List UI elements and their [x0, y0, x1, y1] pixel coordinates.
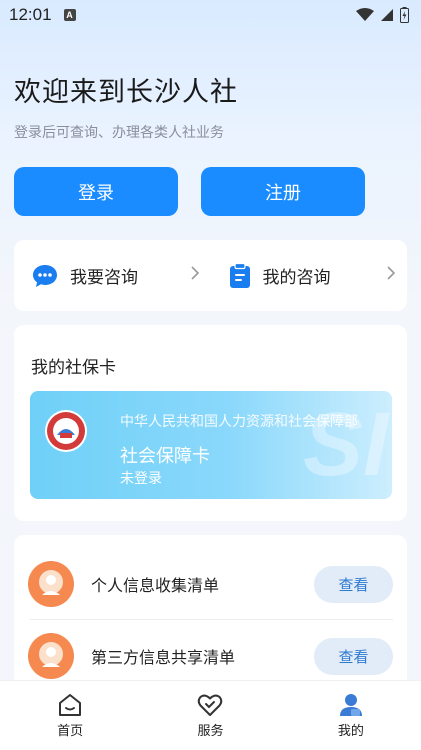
signal-icon	[381, 9, 393, 21]
social-security-card[interactable]: SI 中华人民共和国人力资源和社会保障部 社会保障卡 未登录	[30, 391, 392, 499]
social-card-title: 我的社保卡	[31, 358, 116, 378]
nav-services-label: 服务	[197, 724, 224, 739]
social-card-section: 我的社保卡 SI 中华人民共和国人力资源和社会保障部 社会保障卡 未登录	[14, 325, 407, 521]
register-button[interactable]: 注册	[201, 167, 365, 216]
login-button[interactable]: 登录	[14, 167, 178, 216]
user-icon	[339, 694, 362, 716]
list-item: 个人信息收集清单 查看	[14, 549, 407, 619]
heart-check-icon	[198, 694, 223, 716]
my-consult-label: 我的咨询	[262, 268, 331, 288]
chat-bubble-icon	[33, 264, 57, 287]
card-name: 社会保障卡	[120, 446, 210, 467]
wifi-icon	[356, 8, 374, 21]
card-status: 未登录	[120, 471, 162, 487]
ask-consult-label: 我要咨询	[70, 268, 138, 288]
info-list-card: 个人信息收集清单 查看 第三方信息共享清单 查看	[14, 535, 407, 695]
battery-icon	[400, 7, 409, 23]
status-time: 12:01	[9, 5, 52, 24]
my-consult-entry[interactable]: 我的咨询	[211, 240, 408, 311]
status-icons	[356, 7, 409, 23]
clipboard-icon	[229, 262, 250, 288]
view-button[interactable]: 查看	[314, 637, 393, 675]
notification-badge: A	[63, 9, 76, 21]
nav-mine-label: 我的	[337, 724, 364, 739]
nav-mine[interactable]: 我的	[281, 681, 421, 750]
chevron-right-icon	[387, 266, 395, 280]
list-item-label: 第三方信息共享清单	[91, 648, 236, 667]
nav-home-label: 首页	[57, 724, 84, 739]
social-security-emblem-icon	[45, 410, 87, 452]
consult-card: 我要咨询 我的咨询	[14, 240, 407, 311]
card-issuer: 中华人民共和国人力资源和社会保障部	[120, 414, 358, 430]
page-subtitle: 登录后可查询、办理各类人社业务	[14, 125, 224, 141]
nav-services[interactable]: 服务	[140, 681, 280, 750]
divider	[30, 619, 393, 620]
home-icon	[59, 694, 82, 716]
chevron-right-icon	[190, 266, 199, 280]
ask-consult-entry[interactable]: 我要咨询	[14, 240, 211, 311]
nav-home[interactable]: 首页	[0, 681, 140, 750]
person-shield-icon	[28, 561, 74, 607]
bottom-nav: 首页 服务 我的	[0, 680, 421, 750]
view-button[interactable]: 查看	[314, 565, 393, 603]
person-shield-icon	[28, 633, 74, 679]
status-bar: 12:01 A	[0, 0, 421, 30]
list-item-label: 个人信息收集清单	[91, 576, 220, 595]
card-watermark: SI	[302, 395, 388, 495]
page-title: 欢迎来到长沙人社	[14, 77, 238, 108]
